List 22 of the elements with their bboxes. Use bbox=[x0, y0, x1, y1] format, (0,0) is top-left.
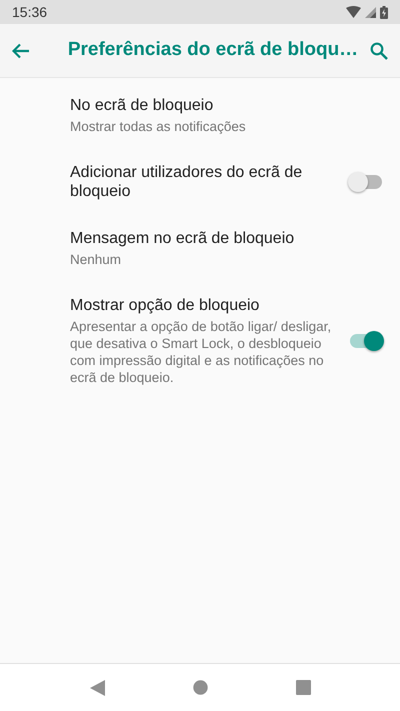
preference-summary: Apresentar a opção de botão ligar/ desligar, que desativa o Smart Lock, o desbloqueio com impressão digital e as notificações no ecrã de bloqueio. bbox=[70, 318, 332, 386]
preference-summary: Nenhum bbox=[70, 251, 122, 268]
preference-title: Mostrar opção de bloqueio bbox=[70, 296, 260, 315]
back-nav-button[interactable] bbox=[89, 680, 105, 696]
preference-item[interactable]: Mostrar opção de bloqueio Apresentar a opção de botão ligar/ desligar, que desativa o Smart Lock, o desbloqueio com impressão digital e as notificações no ecrã de bloqueio. bbox=[0, 282, 400, 400]
preference-title: Mensagem no ecrã de bloqueio bbox=[70, 229, 296, 248]
preference-summary: Mostrar todas as notificações bbox=[70, 118, 247, 135]
search-icon bbox=[370, 42, 388, 60]
preference-item[interactable]: No ecrã de bloqueio Mostrar todas as notificações bbox=[0, 82, 400, 149]
back-arrow-icon bbox=[12, 42, 30, 58]
preference-item[interactable]: Mensagem no ecrã de bloqueio Nenhum bbox=[0, 215, 400, 282]
signal-icon bbox=[365, 6, 376, 18]
preference-title: Adicionar utilizadores do ecrã de bloqueio bbox=[70, 163, 304, 201]
preference-item[interactable]: Adicionar utilizadores do ecrã de bloqueio bbox=[0, 149, 400, 215]
preference-title: No ecrã de bloqueio bbox=[70, 96, 214, 115]
toggle-switch[interactable] bbox=[348, 329, 384, 353]
status-time: 15:36 bbox=[12, 2, 48, 22]
toggle-switch[interactable] bbox=[348, 170, 384, 194]
page-title: Preferências do ecrã de bloqu… bbox=[68, 38, 358, 62]
home-nav-button[interactable] bbox=[193, 680, 208, 695]
battery-icon bbox=[380, 6, 388, 18]
wifi-icon bbox=[346, 6, 361, 18]
